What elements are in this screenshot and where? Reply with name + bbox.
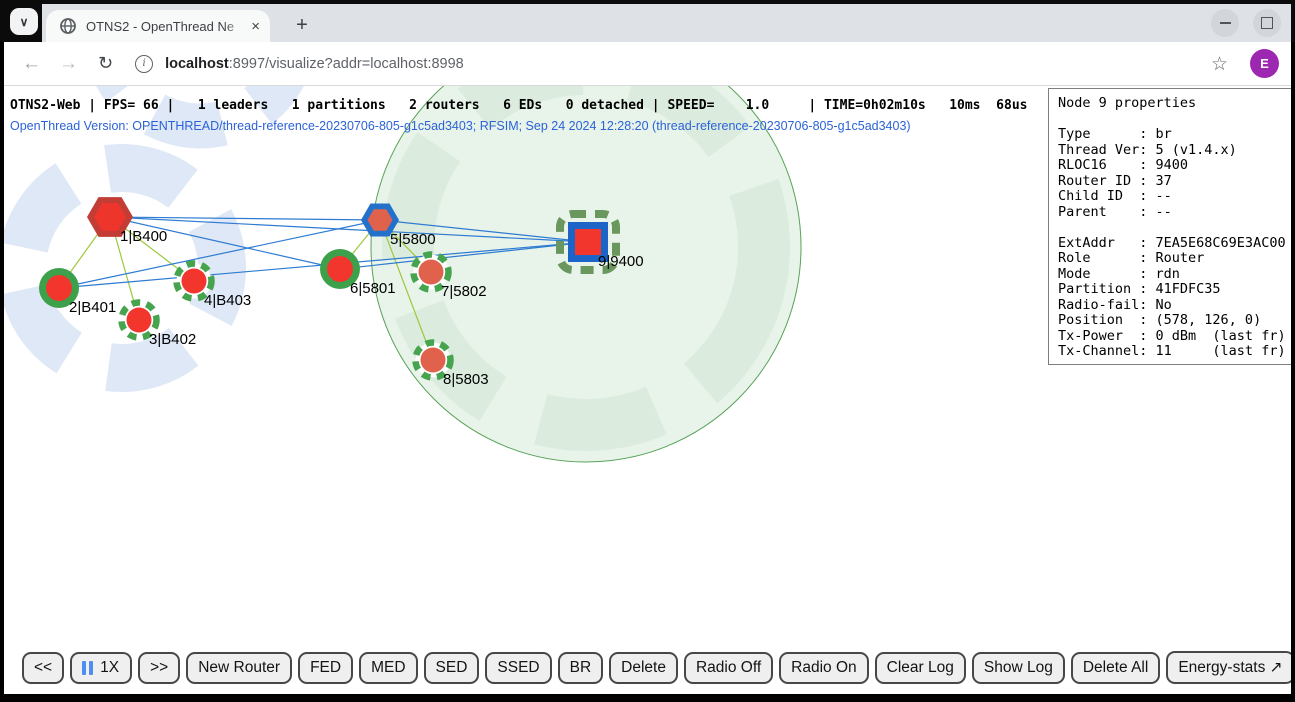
browser-tab[interactable]: OTNS2 - OpenThread Ne ×: [46, 10, 270, 42]
node-9-core: [575, 229, 601, 255]
minimize-button[interactable]: [1211, 9, 1239, 37]
site-info-icon[interactable]: i: [135, 55, 153, 73]
node-2-label: 2|B401: [69, 299, 116, 316]
node-8-core: [421, 348, 446, 373]
url-path: :8997/visualize?addr=localhost:8998: [229, 56, 464, 72]
profile-avatar[interactable]: E: [1250, 49, 1279, 78]
node-2-core: [46, 275, 72, 301]
delete-button[interactable]: Delete: [609, 652, 678, 684]
ssed-button[interactable]: SSED: [485, 652, 551, 684]
back-icon[interactable]: ←: [22, 54, 41, 73]
clear-log-button[interactable]: Clear Log: [875, 652, 966, 684]
window-menu-chevron-icon[interactable]: ∨: [10, 8, 38, 35]
screenshot-root: { "browser": { "tab_title": "OTNS2 - Ope…: [0, 0, 1295, 702]
tab-close-icon[interactable]: ×: [249, 19, 262, 34]
fed-button[interactable]: FED: [298, 652, 353, 684]
radio-on-button[interactable]: Radio On: [779, 652, 868, 684]
simulation-status-line: OTNS2-Web | FPS= 66 | 1 leaders 1 partit…: [10, 98, 1027, 113]
new-tab-button[interactable]: +: [288, 11, 316, 39]
globe-favicon-icon: [60, 18, 76, 34]
reload-icon[interactable]: ↻: [98, 53, 113, 74]
window-controls: [1211, 9, 1281, 37]
url-host: localhost: [165, 56, 229, 72]
pause-icon: [82, 661, 86, 675]
tab-title: OTNS2 - OpenThread Ne: [86, 19, 249, 34]
node-4-label: 4|B403: [204, 292, 251, 309]
browser-navbar: ← → ↻ i localhost:8997/visualize?addr=lo…: [4, 42, 1291, 86]
new-router-button[interactable]: New Router: [186, 652, 292, 684]
maximize-icon: [1261, 17, 1273, 29]
node-9-label: 9|9400: [598, 253, 644, 270]
bookmark-star-icon[interactable]: ☆: [1211, 53, 1228, 75]
control-button-bar: <<1X>>New RouterFEDMEDSEDSSEDBRDeleteRad…: [22, 651, 1291, 684]
node-1-label: 1|B400: [120, 228, 167, 245]
node-3-core: [127, 308, 152, 333]
energy-stats-button[interactable]: Energy-stats ↗: [1166, 651, 1291, 684]
br-button[interactable]: BR: [558, 652, 604, 684]
radio-off-button[interactable]: Radio Off: [684, 652, 773, 684]
delete-all-button[interactable]: Delete All: [1071, 652, 1160, 684]
node-7-label: 7|5802: [441, 283, 487, 300]
window-titlebar: ∨ OTNS2 - OpenThread Ne × +: [0, 0, 1295, 42]
minimize-icon: [1220, 22, 1231, 24]
watermark-ring: [4, 142, 248, 394]
node-6-label: 6|5801: [350, 280, 396, 297]
show-log-button[interactable]: Show Log: [972, 652, 1065, 684]
node-properties-panel: Node 9 properties Type : br Thread Ver: …: [1048, 88, 1291, 365]
med-button[interactable]: MED: [359, 652, 417, 684]
node-7-core: [419, 260, 444, 285]
node-5-label: 5|5800: [390, 231, 436, 248]
forward-icon[interactable]: →: [59, 54, 78, 73]
forward-button[interactable]: >>: [138, 652, 180, 684]
speed-button[interactable]: 1X: [70, 652, 132, 684]
pause-icon: [89, 661, 93, 675]
node-4-core: [182, 269, 207, 294]
openthread-version-line: OpenThread Version: OPENTHREAD/thread-re…: [10, 119, 911, 133]
node-8-label: 8|5803: [443, 371, 489, 388]
tab-strip: OTNS2 - OpenThread Ne × +: [42, 4, 1291, 42]
node-3-label: 3|B402: [149, 331, 196, 348]
visualizer-canvas-area: 1|B400 2|B401 3|B402 4|B403 5|5800 6|5801 7|58…: [4, 86, 1291, 694]
sed-button[interactable]: SED: [424, 652, 480, 684]
address-bar[interactable]: localhost:8997/visualize?addr=localhost:…: [165, 56, 464, 72]
maximize-button[interactable]: [1253, 9, 1281, 37]
rewind-button[interactable]: <<: [22, 652, 64, 684]
node-6-core: [327, 256, 353, 282]
